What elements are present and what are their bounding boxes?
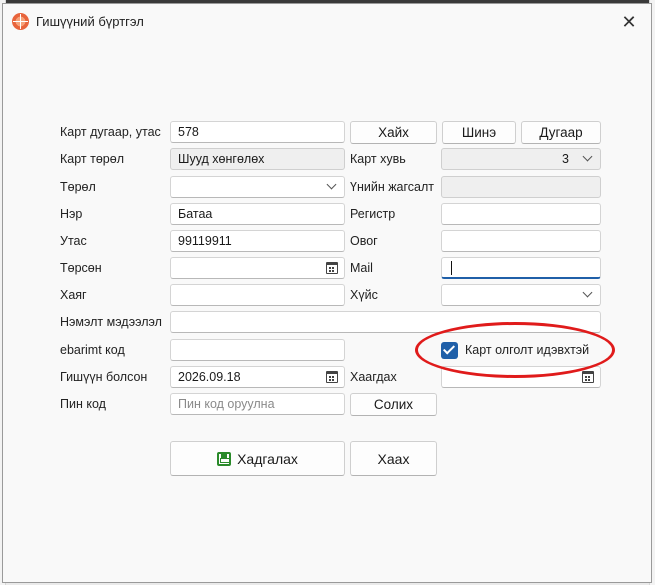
window-title: Гишүүний бүртгэл <box>36 14 144 29</box>
surname-input[interactable] <box>441 230 601 252</box>
search-button[interactable]: Хайх <box>350 121 437 144</box>
close-window-button[interactable]: ✕ <box>615 10 643 34</box>
chevron-down-icon <box>582 151 593 162</box>
pin-label: Пин код <box>60 397 106 411</box>
floppy-disk-icon <box>217 451 232 466</box>
calendar-icon[interactable] <box>582 371 594 383</box>
ebarimt-input[interactable] <box>170 339 345 361</box>
register-label: Регистр <box>350 207 396 221</box>
card-type-field: Шууд хөнгөлөх <box>170 148 345 170</box>
mail-input[interactable] <box>441 257 601 279</box>
save-button-label: Хадгалах <box>237 450 298 467</box>
red-annotation-ellipse <box>415 322 615 378</box>
change-pin-button[interactable]: Солих <box>350 393 437 416</box>
extra-info-label: Нэмэлт мэдээлэл <box>60 315 162 329</box>
phone-label: Утас <box>60 234 87 248</box>
card-share-combobox[interactable]: 3 <box>441 148 601 170</box>
register-input[interactable] <box>441 203 601 225</box>
new-button[interactable]: Шинэ <box>442 121 516 144</box>
ebarimt-label: ebarimt код <box>60 343 125 357</box>
price-list-label: Үнийн жагсалт <box>350 180 435 194</box>
member-since-value: 2026.09.18 <box>178 370 241 384</box>
name-label: Нэр <box>60 207 83 221</box>
member-since-label: Гишүүн болсон <box>60 370 148 384</box>
globe-icon <box>12 13 29 30</box>
name-input[interactable]: Батаа <box>170 203 345 225</box>
card-number-label: Карт дугаар, утас <box>60 125 161 139</box>
type-label: Төрөл <box>60 180 96 194</box>
close-date-label: Хаагдах <box>350 370 397 384</box>
mail-label: Mail <box>350 261 373 275</box>
birth-date-picker[interactable] <box>170 257 345 279</box>
calendar-icon[interactable] <box>326 371 338 383</box>
price-list-field <box>441 176 601 198</box>
calendar-icon[interactable] <box>326 262 338 274</box>
member-registration-dialog: Гишүүний бүртгэл ✕ Карт дугаар, утас Кар… <box>2 3 652 583</box>
card-share-label: Карт хувь <box>350 152 406 166</box>
address-input[interactable] <box>170 284 345 306</box>
close-button[interactable]: Хаах <box>350 441 437 476</box>
card-type-label: Карт төрөл <box>60 152 124 166</box>
address-label: Хаяг <box>60 288 87 302</box>
card-number-input[interactable]: 578 <box>170 121 345 143</box>
member-since-date-picker[interactable]: 2026.09.18 <box>170 366 345 388</box>
card-share-value: 3 <box>562 152 569 166</box>
pin-input[interactable]: Пин код оруулна <box>170 393 345 415</box>
save-button[interactable]: Хадгалах <box>170 441 345 476</box>
birth-label: Төрсөн <box>60 261 102 275</box>
gender-combobox[interactable] <box>441 284 601 306</box>
text-cursor <box>451 260 452 275</box>
title-bar: Гишүүний бүртгэл ✕ <box>3 4 651 38</box>
type-combobox[interactable] <box>170 176 345 198</box>
phone-input[interactable]: 99119911 <box>170 230 345 252</box>
gender-label: Хүйс <box>350 288 378 302</box>
chevron-down-icon <box>582 287 593 298</box>
chevron-down-icon <box>326 179 337 190</box>
surname-label: Овог <box>350 234 378 248</box>
number-button[interactable]: Дугаар <box>521 121 601 144</box>
